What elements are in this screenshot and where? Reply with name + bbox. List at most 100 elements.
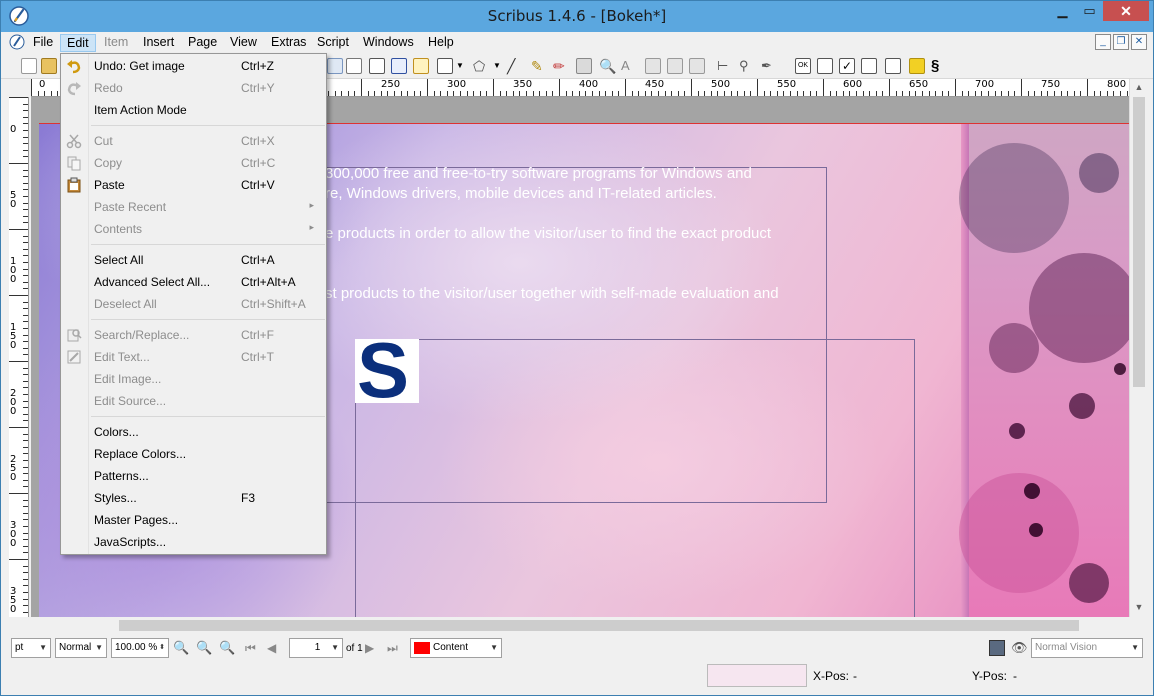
menu-edit[interactable]: Edit [60, 34, 96, 52]
select-icon[interactable] [327, 58, 343, 74]
close-button[interactable]: ✕ [1103, 1, 1149, 21]
copy-properties-icon[interactable]: ⚲ [739, 58, 755, 74]
vertical-ruler[interactable]: 0 50 100 150 200 250 300 350 [9, 97, 29, 617]
menu-item[interactable]: Item [98, 34, 134, 52]
menu-undo[interactable]: Undo: Get image Ctrl+Z [61, 55, 326, 77]
render-frame-icon[interactable] [391, 58, 407, 74]
rotate-icon[interactable] [576, 58, 592, 74]
table-icon[interactable] [413, 58, 429, 74]
open-document-icon[interactable] [41, 58, 57, 74]
pdf-listbox-icon[interactable] [885, 58, 901, 74]
menu-deselect-all[interactable]: Deselect All Ctrl+Shift+A [61, 293, 326, 315]
softpedia-logo[interactable]: S [355, 339, 419, 403]
ruler-label: 250 [10, 454, 17, 483]
menu-script[interactable]: Script [311, 34, 355, 52]
menu-item-action-mode[interactable]: Item Action Mode [61, 99, 326, 121]
layer-select[interactable]: Content ▼ [410, 638, 502, 658]
previous-page-icon[interactable]: ◀ [267, 640, 283, 656]
edit-contents-icon[interactable]: A [621, 58, 637, 74]
horizontal-scrollbar[interactable] [9, 617, 1129, 634]
menu-page[interactable]: Page [182, 34, 223, 52]
pdf-checkbox-icon[interactable]: ✓ [839, 58, 855, 74]
vertical-scrollbar[interactable]: ▲ ▼ [1129, 79, 1147, 617]
vision-select[interactable]: Normal Vision ▼ [1031, 638, 1143, 658]
preview-mode-select[interactable]: Normal ▼ [55, 638, 107, 658]
eyedropper-icon[interactable]: ✒ [761, 58, 777, 74]
vertical-scroll-thumb[interactable] [1133, 97, 1145, 387]
menu-contents[interactable]: Contents ▸ [61, 218, 326, 240]
pdf-button-icon[interactable]: OK [795, 58, 811, 74]
first-page-icon[interactable]: ⏮ [245, 640, 261, 656]
polygon-icon[interactable]: ⬠ [473, 58, 489, 74]
menu-edit-source[interactable]: Edit Source... [61, 390, 326, 412]
zoom-icon[interactable]: 🔍 [599, 58, 616, 74]
xpos-label: X-Pos: [813, 669, 850, 683]
zoom-out-icon[interactable]: 🔍 [173, 640, 189, 656]
menu-redo[interactable]: Redo Ctrl+Y [61, 77, 326, 99]
maximize-button[interactable]: ▭ [1076, 1, 1103, 21]
link-frames-icon[interactable] [667, 58, 683, 74]
ruler-tick [23, 545, 28, 547]
line-icon[interactable]: ╱ [507, 58, 523, 74]
pdf-annotation-icon[interactable] [909, 58, 925, 74]
measure-icon[interactable]: ⊢ [717, 58, 733, 74]
doc-restore-button[interactable]: ❐ [1113, 34, 1129, 50]
eye-icon[interactable]: 👁 [1011, 640, 1028, 656]
menu-patterns[interactable]: Patterns... [61, 465, 326, 487]
menu-paste-recent[interactable]: Paste Recent ▸ [61, 196, 326, 218]
bezier-icon[interactable]: ✎ [531, 58, 547, 74]
ruler-tick [981, 91, 983, 96]
page-number-select[interactable]: 1 ▼ [289, 638, 343, 658]
menu-search-replace[interactable]: Search/Replace... Ctrl+F [61, 324, 326, 346]
menu-cut[interactable]: Cut Ctrl+X [61, 130, 326, 152]
ruler-tick [750, 91, 752, 96]
doc-close-button[interactable]: ✕ [1131, 34, 1147, 50]
next-page-icon[interactable]: ▶ [365, 640, 381, 656]
menu-select-all[interactable]: Select All Ctrl+A [61, 249, 326, 271]
image-frame[interactable] [355, 339, 915, 617]
menu-paste[interactable]: Paste Ctrl+V [61, 174, 326, 196]
menu-colors[interactable]: Colors... [61, 421, 326, 443]
scroll-up-icon[interactable]: ▲ [1130, 79, 1148, 95]
shape-icon[interactable] [437, 58, 453, 74]
zoom-100-icon[interactable]: 🔍 [196, 640, 212, 656]
menu-javascripts[interactable]: JavaScripts... [61, 531, 326, 553]
unit-select[interactable]: pt ▼ [11, 638, 51, 658]
pdf-link-icon[interactable]: § [931, 58, 947, 74]
menu-file[interactable]: File [27, 34, 59, 52]
menu-edit-text[interactable]: Edit Text... Ctrl+T [61, 346, 326, 368]
menu-edit-image[interactable]: Edit Image... [61, 368, 326, 390]
image-frame-icon[interactable] [369, 58, 385, 74]
menu-advanced-select-all[interactable]: Advanced Select All... Ctrl+Alt+A [61, 271, 326, 293]
menu-master-pages[interactable]: Master Pages... [61, 509, 326, 531]
menu-styles[interactable]: Styles... F3 [61, 487, 326, 509]
minimize-button[interactable]: ▁ [1049, 1, 1076, 21]
preview-monitor-icon[interactable] [989, 640, 1005, 656]
horizontal-scroll-thumb[interactable] [119, 620, 1079, 631]
ruler-tick [644, 91, 646, 96]
chevron-down-icon: ▼ [490, 643, 498, 652]
menu-help[interactable]: Help [422, 34, 460, 52]
edit-text-icon[interactable] [645, 58, 661, 74]
pdf-textfield-icon[interactable] [817, 58, 833, 74]
menu-view[interactable]: View [224, 34, 263, 52]
menu-insert[interactable]: Insert [137, 34, 180, 52]
title-bar[interactable]: Scribus 1.4.6 - [Bokeh*] ▁ ▭ ✕ [1, 1, 1153, 32]
last-page-icon[interactable]: ⏭ [387, 640, 403, 656]
unlink-frames-icon[interactable] [689, 58, 705, 74]
menu-extras[interactable]: Extras [265, 34, 312, 52]
pdf-combobox-icon[interactable] [861, 58, 877, 74]
new-document-icon[interactable] [21, 58, 37, 74]
text-frame-icon[interactable] [346, 58, 362, 74]
zoom-input[interactable]: 100.00 % ⬍ [111, 638, 169, 658]
ruler-tick [23, 182, 28, 184]
bokeh-image-panel[interactable] [959, 123, 1129, 617]
scroll-down-icon[interactable]: ▼ [1130, 599, 1148, 615]
menu-copy[interactable]: Copy Ctrl+C [61, 152, 326, 174]
shape-dropdown-icon[interactable]: ▼ [456, 58, 472, 74]
doc-minimize-button[interactable]: _ [1095, 34, 1111, 50]
menu-replace-colors[interactable]: Replace Colors... [61, 443, 326, 465]
menu-windows[interactable]: Windows [357, 34, 420, 52]
zoom-in-icon[interactable]: 🔍 [219, 640, 235, 656]
freehand-icon[interactable]: ✏ [553, 58, 569, 74]
